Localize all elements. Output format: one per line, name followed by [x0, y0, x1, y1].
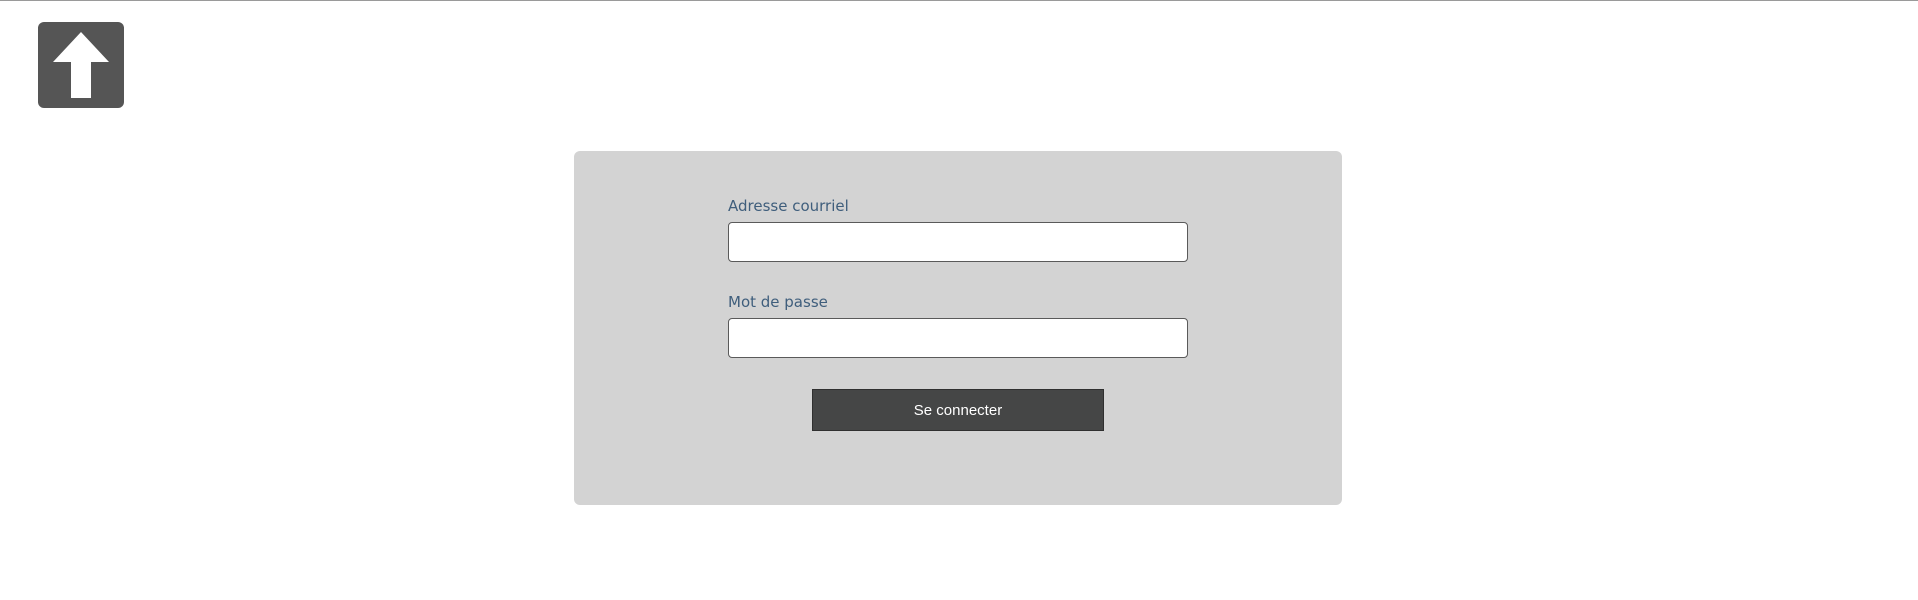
arrow-up-icon [53, 32, 109, 98]
password-label: Mot de passe [728, 293, 828, 311]
login-panel: Adresse courriel Mot de passe Se connect… [574, 151, 1342, 505]
login-button[interactable]: Se connecter [812, 389, 1104, 431]
top-divider [0, 0, 1918, 1]
email-label: Adresse courriel [728, 197, 849, 215]
logo[interactable] [38, 22, 124, 108]
password-field[interactable] [728, 318, 1188, 358]
email-field[interactable] [728, 222, 1188, 262]
